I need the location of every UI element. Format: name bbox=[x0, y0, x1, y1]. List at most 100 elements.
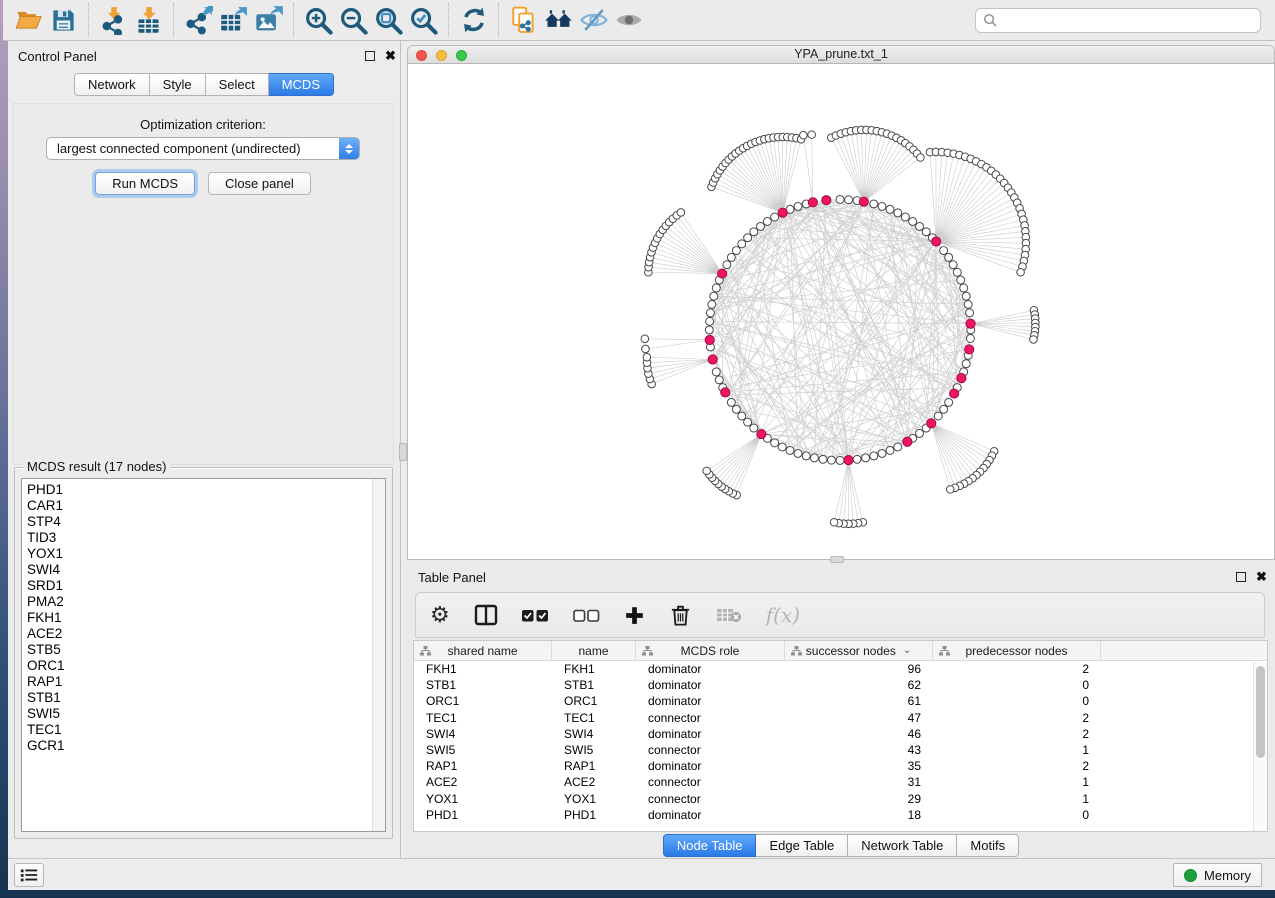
mcds-result-item[interactable]: CAR1 bbox=[22, 498, 385, 514]
graph-hub-node[interactable] bbox=[708, 355, 717, 364]
table-row[interactable]: STB1STB1dominator620 bbox=[414, 677, 1267, 693]
graph-node[interactable] bbox=[732, 405, 740, 413]
graph-hub-node[interactable] bbox=[950, 389, 959, 398]
select-all-button[interactable] bbox=[522, 600, 549, 630]
save-button[interactable] bbox=[46, 3, 81, 37]
graph-hub-node[interactable] bbox=[903, 437, 912, 446]
table-scrollbar[interactable] bbox=[1253, 662, 1267, 831]
graph-node[interactable] bbox=[708, 300, 716, 308]
mcds-result-item[interactable]: TID3 bbox=[22, 530, 385, 546]
mcds-result-list[interactable]: PHD1CAR1STP4TID3YOX1SWI4SRD1PMA2FKH1ACE2… bbox=[21, 478, 386, 832]
graph-node[interactable] bbox=[710, 292, 718, 300]
search-input[interactable] bbox=[998, 10, 1260, 30]
table-row[interactable]: RAP1RAP1dominator352 bbox=[414, 758, 1267, 774]
mcds-result-item[interactable]: SRD1 bbox=[22, 578, 385, 594]
graph-node[interactable] bbox=[819, 455, 827, 463]
table-row[interactable]: ORC1ORC1dominator610 bbox=[414, 693, 1267, 709]
graph-node[interactable] bbox=[763, 217, 771, 225]
mcds-result-item[interactable]: FKH1 bbox=[22, 610, 385, 626]
graph-node[interactable] bbox=[962, 360, 970, 368]
network-graph[interactable] bbox=[408, 64, 1274, 559]
graph-node[interactable] bbox=[922, 228, 930, 236]
column-header-MCDS-role[interactable]: MCDS role bbox=[636, 641, 785, 660]
graph-node[interactable] bbox=[966, 335, 974, 343]
graph-node[interactable] bbox=[916, 222, 924, 230]
graph-hub-node[interactable] bbox=[757, 430, 766, 439]
graph-hub-node[interactable] bbox=[718, 269, 727, 278]
graph-node[interactable] bbox=[960, 284, 968, 292]
table-row[interactable]: YOX1YOX1connector291 bbox=[414, 791, 1267, 807]
graph-node[interactable] bbox=[800, 131, 808, 139]
close-control-panel-button[interactable]: ✖ bbox=[385, 48, 396, 64]
graph-node[interactable] bbox=[727, 253, 735, 261]
graph-node[interactable] bbox=[703, 467, 711, 475]
graph-node[interactable] bbox=[677, 209, 685, 217]
graph-node[interactable] bbox=[845, 196, 853, 204]
graph-node[interactable] bbox=[901, 213, 909, 221]
graph-node[interactable] bbox=[894, 209, 902, 217]
add-column-button[interactable] bbox=[624, 600, 645, 630]
graph-node[interactable] bbox=[712, 284, 720, 292]
float-table-panel-button[interactable] bbox=[1236, 572, 1246, 582]
graph-node[interactable] bbox=[940, 247, 948, 255]
table-scrollbar-thumb[interactable] bbox=[1256, 666, 1265, 758]
table-row[interactable]: TEC1TEC1connector472 bbox=[414, 710, 1267, 726]
window-maximize-button[interactable] bbox=[456, 50, 467, 61]
tab-node-table[interactable]: Node Table bbox=[663, 834, 757, 857]
window-close-button[interactable] bbox=[416, 50, 427, 61]
horizontal-splitter-grip[interactable] bbox=[830, 556, 844, 563]
graph-hub-node[interactable] bbox=[965, 345, 974, 354]
vertical-splitter-grip[interactable] bbox=[399, 443, 407, 461]
optimization-criterion-select[interactable]: largest connected component (undirected) bbox=[46, 137, 360, 160]
graph-hub-node[interactable] bbox=[859, 197, 868, 206]
table-row[interactable]: SWI5SWI5connector431 bbox=[414, 742, 1267, 758]
mcds-result-item[interactable]: PHD1 bbox=[22, 479, 385, 498]
graph-node[interactable] bbox=[643, 353, 651, 361]
graph-node[interactable] bbox=[870, 452, 878, 460]
graph-node[interactable] bbox=[878, 449, 886, 457]
graph-node[interactable] bbox=[750, 424, 758, 432]
export-table-button[interactable] bbox=[216, 3, 251, 37]
graph-node[interactable] bbox=[744, 234, 752, 242]
graph-hub-node[interactable] bbox=[927, 419, 936, 428]
float-control-panel-button[interactable] bbox=[365, 51, 375, 61]
graph-node[interactable] bbox=[836, 456, 844, 464]
tab-style[interactable]: Style bbox=[150, 73, 206, 96]
graph-node[interactable] bbox=[953, 268, 961, 276]
graph-node[interactable] bbox=[870, 200, 878, 208]
graph-node[interactable] bbox=[715, 376, 723, 384]
mcds-result-item[interactable]: PMA2 bbox=[22, 594, 385, 610]
table-settings-button[interactable]: ⚙ bbox=[430, 600, 450, 630]
tab-network[interactable]: Network bbox=[74, 73, 150, 96]
deselect-all-button[interactable] bbox=[573, 600, 600, 630]
graph-node[interactable] bbox=[853, 455, 861, 463]
graph-node[interactable] bbox=[794, 449, 802, 457]
graph-node[interactable] bbox=[794, 202, 802, 210]
open-button[interactable] bbox=[11, 3, 46, 37]
graph-node[interactable] bbox=[744, 418, 752, 426]
mcds-result-item[interactable]: TEC1 bbox=[22, 722, 385, 738]
mcds-result-item[interactable]: STB5 bbox=[22, 642, 385, 658]
hide-selected-button[interactable] bbox=[576, 3, 611, 37]
graph-node[interactable] bbox=[966, 309, 974, 317]
graph-node[interactable] bbox=[808, 131, 816, 139]
graph-node[interactable] bbox=[949, 261, 957, 269]
graph-node[interactable] bbox=[909, 217, 917, 225]
graph-hub-node[interactable] bbox=[721, 388, 730, 397]
mcds-result-item[interactable]: ORC1 bbox=[22, 658, 385, 674]
graph-hub-node[interactable] bbox=[957, 374, 966, 383]
window-minimize-button[interactable] bbox=[436, 50, 447, 61]
graph-hub-node[interactable] bbox=[808, 198, 817, 207]
mcds-result-item[interactable]: YOX1 bbox=[22, 546, 385, 562]
graph-node[interactable] bbox=[945, 398, 953, 406]
graph-node[interactable] bbox=[894, 443, 902, 451]
graph-node[interactable] bbox=[964, 300, 972, 308]
graph-node[interactable] bbox=[810, 454, 818, 462]
graph-hub-node[interactable] bbox=[705, 335, 714, 344]
zoom-in-button[interactable] bbox=[301, 3, 336, 37]
graph-hub-node[interactable] bbox=[778, 208, 787, 217]
column-header-name[interactable]: name bbox=[552, 641, 636, 660]
graph-node[interactable] bbox=[836, 195, 844, 203]
tab-select[interactable]: Select bbox=[206, 73, 269, 96]
split-view-button[interactable] bbox=[474, 600, 498, 630]
